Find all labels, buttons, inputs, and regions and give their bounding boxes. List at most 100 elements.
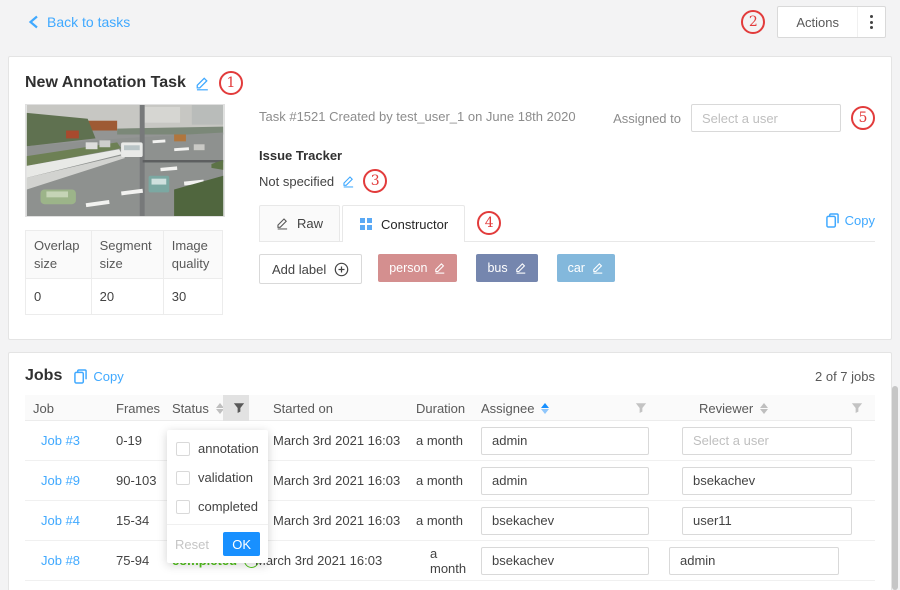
filter-option-annotation[interactable]: annotation xyxy=(167,434,268,463)
job-reviewer-input[interactable] xyxy=(682,427,852,455)
filter-option-validation[interactable]: validation xyxy=(167,463,268,492)
annotation-circle-3: 3 xyxy=(363,169,387,193)
job-link[interactable]: Job #3 xyxy=(41,433,80,448)
tab-raw-label: Raw xyxy=(297,216,323,231)
edit-label-icon[interactable] xyxy=(515,262,527,274)
col-header-duration[interactable]: Duration xyxy=(406,401,471,416)
reviewer-filter-button[interactable] xyxy=(851,402,863,414)
labels-editor: Raw Constructor 4 xyxy=(259,205,875,338)
col-header-job[interactable]: Job xyxy=(25,401,110,416)
job-reviewer-input[interactable] xyxy=(682,467,852,495)
edit-label-icon[interactable] xyxy=(434,262,446,274)
chevron-left-icon xyxy=(28,15,39,29)
filter-option-annotation-label: annotation xyxy=(198,441,259,456)
label-chip-bus-name: bus xyxy=(487,261,507,275)
col-header-status[interactable]: Status xyxy=(166,401,223,416)
filter-reset-button[interactable]: Reset xyxy=(175,537,209,552)
scrollbar-thumb[interactable] xyxy=(892,386,898,590)
status-filter-button[interactable] xyxy=(223,395,249,421)
jobs-table-header: Job Frames Status Started on Duration As… xyxy=(25,395,875,421)
edit-icon xyxy=(276,217,289,230)
filter-ok-button[interactable]: OK xyxy=(223,532,260,556)
label-chip-car[interactable]: car xyxy=(557,254,615,282)
col-header-frames[interactable]: Frames xyxy=(110,401,166,416)
back-to-tasks-link[interactable]: Back to tasks xyxy=(28,14,130,30)
job-assignee-input[interactable] xyxy=(481,427,649,455)
annotation-circle-1: 1 xyxy=(219,71,243,95)
job-assignee-input[interactable] xyxy=(481,507,649,535)
job-started: March 3rd 2021 16:03 xyxy=(249,473,406,488)
top-bar: Back to tasks 2 Actions xyxy=(0,0,900,44)
param-value-quality: 30 xyxy=(163,279,222,315)
job-frames: 15-34 xyxy=(110,513,166,528)
job-link[interactable]: Job #9 xyxy=(41,473,80,488)
param-value-segment: 20 xyxy=(91,279,163,315)
tab-raw[interactable]: Raw xyxy=(259,205,340,241)
label-chip-person[interactable]: person xyxy=(378,254,457,282)
job-started: March 3rd 2021 16:03 xyxy=(249,553,406,568)
job-row: Job #9 90-103 March 3rd 2021 16:03 a mon… xyxy=(25,461,875,501)
copy-jobs-label: Copy xyxy=(93,369,123,384)
actions-button-label: Actions xyxy=(778,15,857,30)
actions-button[interactable]: Actions xyxy=(777,6,886,38)
job-row: Job #3 0-19 March 3rd 2021 16:03 a month xyxy=(25,421,875,461)
tab-constructor[interactable]: Constructor xyxy=(342,205,465,242)
job-reviewer-input[interactable] xyxy=(669,547,839,575)
checkbox-completed[interactable] xyxy=(176,500,190,514)
more-menu-icon[interactable] xyxy=(858,15,885,29)
job-frames: 0-19 xyxy=(110,433,166,448)
job-link[interactable]: Job #8 xyxy=(41,553,80,568)
filter-option-completed-label: completed xyxy=(198,499,258,514)
add-label-button[interactable]: Add label xyxy=(259,254,362,284)
edit-task-name-icon[interactable] xyxy=(195,76,210,91)
copy-labels-label: Copy xyxy=(845,213,875,228)
param-header-overlap: Overlap size xyxy=(26,231,92,279)
annotation-circle-5: 5 xyxy=(851,106,875,130)
job-frames: 90-103 xyxy=(110,473,166,488)
task-meta-text: Task #1521 Created by test_user_1 on Jun… xyxy=(259,104,576,124)
filter-option-completed[interactable]: completed xyxy=(167,492,268,521)
col-header-reviewer[interactable]: Reviewer xyxy=(659,401,875,416)
edit-label-icon[interactable] xyxy=(592,262,604,274)
col-header-assignee[interactable]: Assignee xyxy=(471,401,659,416)
label-chip-bus[interactable]: bus xyxy=(476,254,537,282)
assignee-filter-button[interactable] xyxy=(635,402,647,414)
job-reviewer-input[interactable] xyxy=(682,507,852,535)
checkbox-validation[interactable] xyxy=(176,471,190,485)
task-preview-image xyxy=(25,104,225,217)
jobs-count: 2 of 7 jobs xyxy=(815,369,875,384)
jobs-card: Jobs Copy 2 of 7 jobs Job Frames Status xyxy=(8,352,892,590)
col-header-started[interactable]: Started on xyxy=(249,401,406,416)
job-started: March 3rd 2021 16:03 xyxy=(249,513,406,528)
job-duration: a month xyxy=(406,473,471,488)
block-icon xyxy=(359,217,373,231)
job-assignee-input[interactable] xyxy=(481,547,649,575)
job-duration: a month xyxy=(406,433,471,448)
issue-tracker-label: Issue Tracker xyxy=(259,148,875,163)
status-filter-dropdown: annotation validation completed Reset OK xyxy=(167,430,268,563)
copy-jobs-link[interactable]: Copy xyxy=(74,369,123,384)
job-frames: 75-94 xyxy=(110,553,166,568)
edit-issue-tracker-icon[interactable] xyxy=(342,175,355,188)
add-label-label: Add label xyxy=(272,262,326,277)
reviewer-sort-icon[interactable] xyxy=(760,403,768,414)
job-link[interactable]: Job #4 xyxy=(41,513,80,528)
checkbox-annotation[interactable] xyxy=(176,442,190,456)
jobs-table: Job Frames Status Started on Duration As… xyxy=(25,395,875,581)
tab-constructor-label: Constructor xyxy=(381,217,448,232)
filter-funnel-icon xyxy=(851,402,863,414)
issue-tracker-value: Not specified xyxy=(259,174,334,189)
annotation-circle-4: 4 xyxy=(477,211,501,235)
assigned-to-input[interactable] xyxy=(691,104,841,132)
job-duration: a month xyxy=(406,513,471,528)
assignee-sort-icon[interactable] xyxy=(541,403,549,414)
job-row: Job #8 75-94 completed ? March 3rd 2021 … xyxy=(25,541,875,581)
param-header-quality: Image quality xyxy=(163,231,222,279)
filter-funnel-icon xyxy=(233,402,245,414)
assigned-to-label: Assigned to xyxy=(613,111,681,126)
copy-labels-link[interactable]: Copy xyxy=(826,213,875,228)
plus-circle-icon xyxy=(334,262,349,277)
job-duration: a month xyxy=(406,546,471,576)
filter-funnel-icon xyxy=(635,402,647,414)
job-assignee-input[interactable] xyxy=(481,467,649,495)
